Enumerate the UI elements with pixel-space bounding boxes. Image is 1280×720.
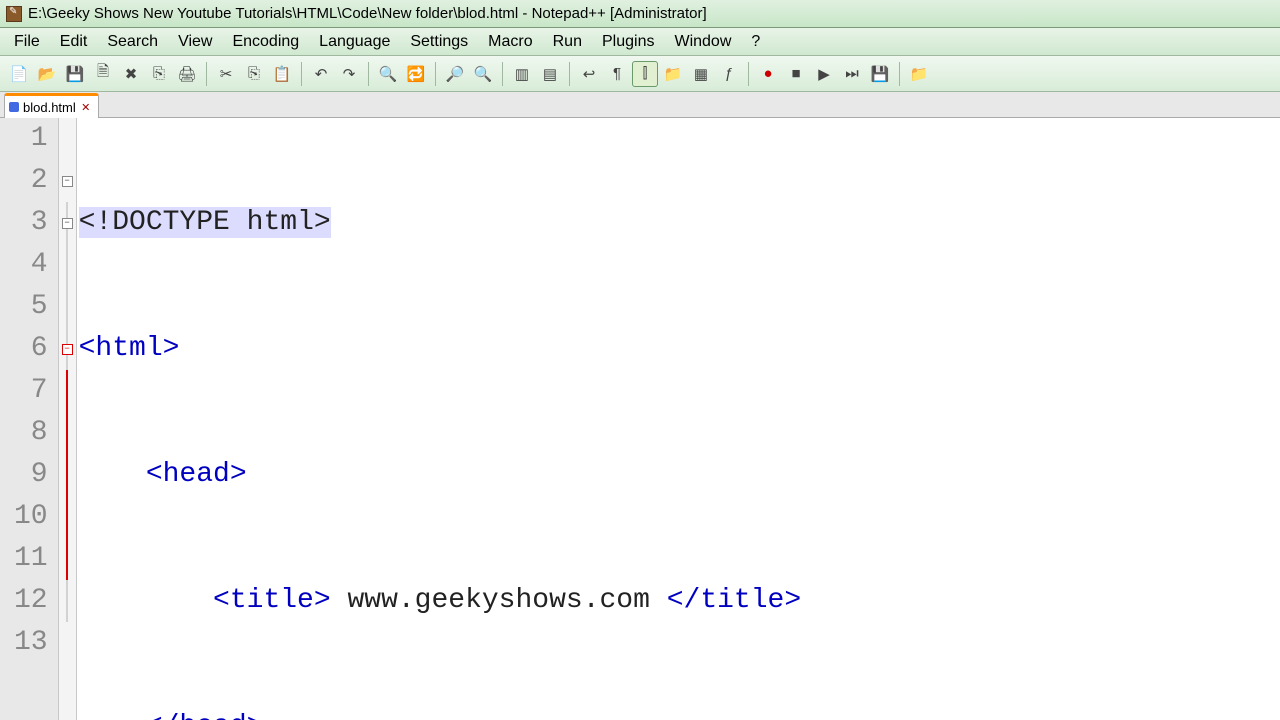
- window-title: E:\Geeky Shows New Youtube Tutorials\HTM…: [28, 5, 707, 22]
- line-number: 6: [14, 328, 48, 370]
- tab-close-icon[interactable]: ✕: [80, 101, 92, 113]
- fold-gutter: [59, 118, 77, 720]
- undo-button[interactable]: ↶: [308, 61, 334, 87]
- fold-toggle-icon[interactable]: [62, 218, 73, 229]
- print-button[interactable]: 🖨: [174, 61, 200, 87]
- play-macro-button[interactable]: ▶: [811, 61, 837, 87]
- line-number: 4: [14, 244, 48, 286]
- tab-bar: blod.html ✕: [0, 92, 1280, 118]
- line-number: 11: [14, 538, 48, 580]
- close-all-button[interactable]: ⎘: [146, 61, 172, 87]
- user-lang-button[interactable]: 📁: [660, 61, 686, 87]
- menu-file[interactable]: File: [4, 28, 50, 55]
- stop-macro-button[interactable]: ■: [783, 61, 809, 87]
- tab-blod-html[interactable]: blod.html ✕: [4, 93, 99, 118]
- replace-button[interactable]: 🔁: [403, 61, 429, 87]
- sync-h-button[interactable]: ▤: [537, 61, 563, 87]
- editor-area[interactable]: 1 2 3 4 5 6 7 8 9 10 11 12 13 <!DOCTYPE …: [0, 118, 1280, 720]
- fold-toggle-icon[interactable]: [62, 176, 73, 187]
- toolbar-separator: [569, 62, 570, 86]
- file-type-icon: [9, 102, 19, 112]
- menu-window[interactable]: Window: [664, 28, 741, 55]
- paste-button[interactable]: 📋: [269, 61, 295, 87]
- toolbar-separator: [301, 62, 302, 86]
- find-button[interactable]: 🔍: [375, 61, 401, 87]
- new-file-button[interactable]: 📄: [6, 61, 32, 87]
- save-macro-button[interactable]: 💾: [867, 61, 893, 87]
- func-list-button[interactable]: ƒ: [716, 61, 742, 87]
- toolbar-separator: [435, 62, 436, 86]
- code-line: <head>: [77, 454, 1280, 496]
- line-number: 5: [14, 286, 48, 328]
- code-line: <title> www.geekyshows.com </title>: [77, 580, 1280, 622]
- doc-map-button[interactable]: ▦: [688, 61, 714, 87]
- menu-help[interactable]: ?: [741, 28, 770, 55]
- toolbar-separator: [368, 62, 369, 86]
- toolbar-separator: [502, 62, 503, 86]
- fold-toggle-icon[interactable]: [62, 344, 73, 355]
- toolbar: 📄 📂 💾 🗎 ✖ ⎘ 🖨 ✂ ⎘ 📋 ↶ ↷ 🔍 🔁 🔎 🔍 ▥ ▤ ↩ ¶ …: [0, 56, 1280, 92]
- code-line: <!DOCTYPE html>: [77, 202, 1280, 244]
- redo-button[interactable]: ↷: [336, 61, 362, 87]
- title-bar: E:\Geeky Shows New Youtube Tutorials\HTM…: [0, 0, 1280, 28]
- zoom-in-button[interactable]: 🔎: [442, 61, 468, 87]
- open-file-button[interactable]: 📂: [34, 61, 60, 87]
- menu-view[interactable]: View: [168, 28, 222, 55]
- menu-edit[interactable]: Edit: [50, 28, 98, 55]
- line-number-gutter: 1 2 3 4 5 6 7 8 9 10 11 12 13: [0, 118, 59, 720]
- record-macro-button[interactable]: ●: [755, 61, 781, 87]
- copy-button[interactable]: ⎘: [241, 61, 267, 87]
- tab-label: blod.html: [23, 100, 76, 115]
- code-line: <html>: [77, 328, 1280, 370]
- toolbar-separator: [899, 62, 900, 86]
- line-number: 13: [14, 622, 48, 664]
- code-line: </head>: [77, 706, 1280, 720]
- toolbar-separator: [748, 62, 749, 86]
- menu-language[interactable]: Language: [309, 28, 400, 55]
- code-content[interactable]: <!DOCTYPE html> <html> <head> <title> ww…: [77, 118, 1280, 720]
- show-all-chars-button[interactable]: ¶: [604, 61, 630, 87]
- cut-button[interactable]: ✂: [213, 61, 239, 87]
- menu-run[interactable]: Run: [543, 28, 592, 55]
- menu-search[interactable]: Search: [97, 28, 168, 55]
- close-button[interactable]: ✖: [118, 61, 144, 87]
- folder-button[interactable]: 📁: [906, 61, 932, 87]
- indent-guide-button[interactable]: ⫿: [632, 61, 658, 87]
- line-number: 8: [14, 412, 48, 454]
- line-number: 1: [14, 118, 48, 160]
- line-number: 3: [14, 202, 48, 244]
- save-all-button[interactable]: 🗎: [90, 61, 116, 87]
- menu-encoding[interactable]: Encoding: [222, 28, 309, 55]
- play-multi-button[interactable]: ⏭: [839, 61, 865, 87]
- toolbar-separator: [206, 62, 207, 86]
- word-wrap-button[interactable]: ↩: [576, 61, 602, 87]
- line-number: 2: [14, 160, 48, 202]
- line-number: 7: [14, 370, 48, 412]
- sync-v-button[interactable]: ▥: [509, 61, 535, 87]
- line-number: 10: [14, 496, 48, 538]
- line-number: 9: [14, 454, 48, 496]
- save-button[interactable]: 💾: [62, 61, 88, 87]
- app-icon: [6, 6, 22, 22]
- zoom-out-button[interactable]: 🔍: [470, 61, 496, 87]
- line-number: 12: [14, 580, 48, 622]
- menu-settings[interactable]: Settings: [400, 28, 478, 55]
- menu-macro[interactable]: Macro: [478, 28, 542, 55]
- menu-plugins[interactable]: Plugins: [592, 28, 664, 55]
- menu-bar: File Edit Search View Encoding Language …: [0, 28, 1280, 56]
